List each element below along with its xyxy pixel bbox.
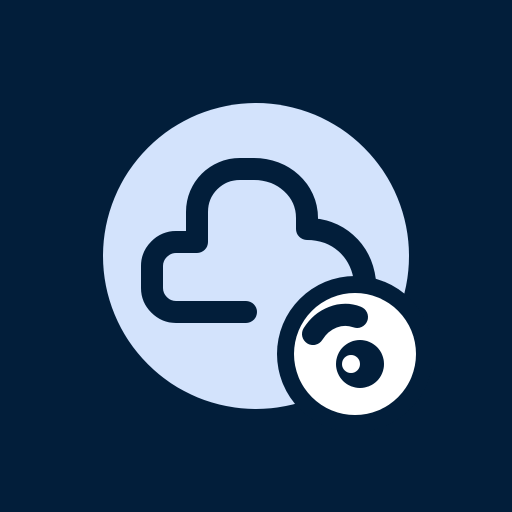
app-icon: [0, 0, 512, 512]
eye-highlight: [342, 355, 360, 373]
app-icon-graphic: [0, 0, 512, 512]
